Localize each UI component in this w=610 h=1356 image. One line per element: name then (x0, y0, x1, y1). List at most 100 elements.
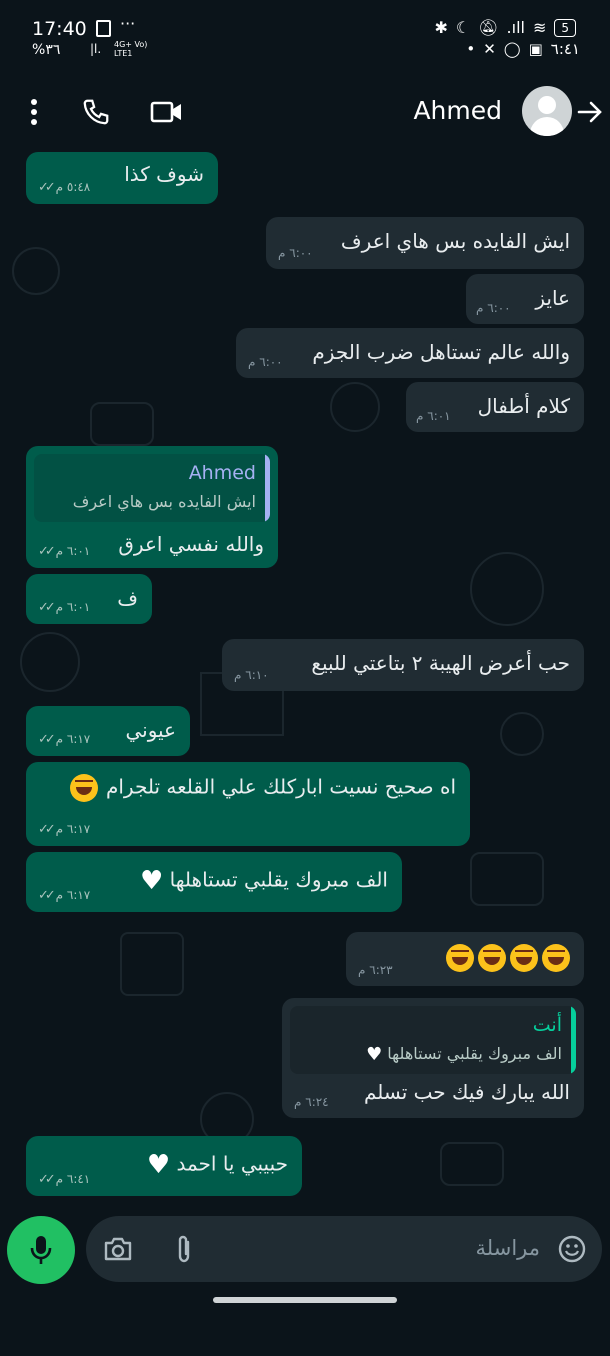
time-label: ٦:٠١ م (55, 600, 91, 614)
message-text: الله يبارك فيك حب تسلم (363, 1080, 570, 1104)
chat-area[interactable]: شوف كذا ٥:٤٨ م ✓✓ ايش الفايده بس هاي اعر… (0, 152, 610, 1208)
back-arrow-icon[interactable] (572, 94, 608, 130)
message-outgoing[interactable]: الف مبروك يقلبي تستاهلها ♥ ٦:١٧ م ✓✓ (26, 852, 402, 912)
camera-icon[interactable] (100, 1232, 136, 1266)
status-right-time: ٦:٤١ (550, 40, 580, 58)
message-text: والله نفسي اعرق (118, 532, 264, 556)
message-outgoing[interactable]: ف ٦:٠١ م ✓✓ (26, 574, 152, 624)
more-options-icon[interactable] (16, 94, 52, 130)
time-label: ٦:١٧ م (55, 732, 91, 746)
status-icons-top: ✱ ☾ 🔕︎ .ıll ≋ 5 (434, 18, 576, 37)
message-text-content: اه صحيح نسيت اباركلك علي القلعه تلجرام (105, 774, 456, 799)
dot-icon: • (466, 40, 476, 58)
emoji-icon[interactable] (554, 1232, 590, 1266)
message-outgoing-reply[interactable]: Ahmed ايش الفايده بس هاي اعرف والله نفسي… (26, 446, 278, 568)
message-incoming[interactable]: ٦:٢٣ م (346, 932, 584, 986)
battery-icon: 5 (554, 18, 576, 37)
status-bar: 17:40 ··· %٣٦ |l. 4G+ Vo) LTE1 ✱ ☾ 🔕︎ .ı… (0, 0, 610, 72)
message-time: ٦:٢٤ م (294, 1095, 329, 1109)
time-label: ٦:١٧ م (55, 888, 91, 902)
message-text-content: الف مبروك يقلبي تستاهلها (169, 867, 388, 892)
message-text: الف مبروك يقلبي تستاهلها ♥ (140, 866, 388, 896)
message-incoming-reply[interactable]: أنت الف مبروك يقلبي تستاهلها ♥ الله يبار… (282, 998, 584, 1118)
message-text: حبيبي يا احمد ♥ (147, 1150, 288, 1180)
message-outgoing[interactable]: عيوني ٦:١٧ م ✓✓ (26, 706, 190, 756)
network-type-line1: 4G+ Vo) (114, 40, 148, 49)
bluetooth-icon: ✱ (434, 18, 448, 37)
contact-avatar[interactable] (522, 86, 572, 136)
time-label: ٦:٤١ م (55, 1172, 91, 1186)
message-placeholder: مراسلة (475, 1236, 540, 1260)
read-receipt-icon: ✓✓ (38, 544, 56, 559)
message-input[interactable]: مراسلة (86, 1216, 602, 1282)
network-type: 4G+ Vo) LTE1 (114, 40, 147, 58)
missed-call-icon: ✕ (483, 40, 496, 58)
quoted-text-content: الف مبروك يقلبي تستاهلها (387, 1044, 562, 1063)
composer-bar: مراسلة (0, 1208, 610, 1290)
message-time: ٦:٠١ م (416, 409, 451, 423)
message-text: ايش الفايده بس هاي اعرف (340, 229, 570, 253)
gallery-icon: ▣ (528, 40, 543, 58)
message-time: ٦:١٠ م (234, 668, 269, 682)
status-time: 17:40 (32, 18, 87, 40)
moon-icon: ☾ (455, 18, 471, 37)
read-receipt-icon: ✓✓ (38, 1172, 56, 1187)
more-icon: ··· (120, 14, 136, 33)
quoted-text: الف مبروك يقلبي تستاهلها ♥ (366, 1044, 562, 1065)
wifi-icon: ≋ (532, 18, 547, 37)
message-text: عيوني (125, 718, 176, 742)
status-battery-percent: %٣٦ (32, 42, 61, 58)
mic-button[interactable] (7, 1216, 75, 1284)
status-icons-bottom: • ✕ ◯ ▣ ٦:٤١ (466, 40, 580, 58)
mute-icon: 🔕︎ (478, 18, 499, 37)
message-text-content: حبيبي يا احمد (176, 1151, 289, 1176)
white-heart-icon: ♥ (366, 1044, 383, 1065)
message-outgoing[interactable]: حبيبي يا احمد ♥ ٦:٤١ م ✓✓ (26, 1136, 302, 1196)
notification-icon (96, 20, 111, 37)
quoted-text: ايش الفايده بس هاي اعرف (72, 492, 256, 511)
message-incoming[interactable]: عايز ٦:٠٠ م (466, 274, 584, 324)
joy-emoji-icon (542, 944, 570, 972)
message-time: ٦:٢٣ م (358, 963, 393, 977)
quoted-sender: Ahmed (188, 462, 256, 484)
message-time: ٦:١٧ م ✓✓ (38, 732, 90, 747)
attach-icon[interactable] (166, 1232, 202, 1266)
time-label: ٥:٤٨ م (55, 180, 91, 194)
network-type-line2: LTE1 (114, 49, 133, 58)
video-call-icon[interactable] (149, 94, 185, 130)
message-time: ٦:٠٠ م (248, 355, 283, 369)
message-text: ف (117, 586, 138, 610)
contact-name[interactable]: Ahmed (413, 96, 502, 125)
joy-emoji-icon (478, 944, 506, 972)
message-time: ٥:٤٨ م ✓✓ (38, 180, 90, 195)
message-time: ٦:٤١ م ✓✓ (38, 1172, 90, 1187)
home-indicator[interactable] (213, 1297, 397, 1303)
message-outgoing[interactable]: شوف كذا ٥:٤٨ م ✓✓ (26, 152, 218, 204)
laughing-emojis (444, 944, 572, 972)
read-receipt-icon: ✓✓ (38, 180, 56, 195)
signal-icon: |l. (90, 42, 102, 56)
message-text: كلام أطفال (477, 394, 570, 418)
voice-call-icon[interactable] (78, 94, 114, 130)
sweat-smile-emoji-icon (69, 774, 98, 802)
message-incoming[interactable]: والله عالم تستاهل ضرب الجزم ٦:٠٠ م (236, 328, 584, 378)
quoted-message[interactable]: أنت الف مبروك يقلبي تستاهلها ♥ (290, 1006, 576, 1074)
message-time: ٦:٠١ م ✓✓ (38, 600, 90, 615)
joy-emoji-icon (510, 944, 538, 972)
message-text: اه صحيح نسيت اباركلك علي القلعه تلجرام (68, 774, 456, 802)
message-time: ٦:٠٠ م (476, 301, 511, 315)
message-time: ٦:١٧ م ✓✓ (38, 888, 90, 903)
message-outgoing[interactable]: اه صحيح نسيت اباركلك علي القلعه تلجرام ٦… (26, 762, 470, 846)
white-heart-icon: ♥ (139, 866, 164, 896)
cell-signal-icon: .ıll (506, 18, 525, 37)
message-time: ٦:٠٠ م (278, 246, 313, 260)
white-heart-icon: ♥ (146, 1150, 171, 1180)
message-text: شوف كذا (124, 162, 204, 186)
quoted-message[interactable]: Ahmed ايش الفايده بس هاي اعرف (34, 454, 270, 522)
message-incoming[interactable]: ايش الفايده بس هاي اعرف ٦:٠٠ م (266, 217, 584, 269)
message-incoming[interactable]: كلام أطفال ٦:٠١ م (406, 382, 584, 432)
message-incoming[interactable]: حب أعرض الهيبة ٢ بتاعتي للبيع ٦:١٠ م (222, 639, 584, 691)
message-text: عايز (535, 286, 570, 310)
navigation-bar (0, 1290, 610, 1356)
quoted-sender: أنت (532, 1014, 562, 1036)
